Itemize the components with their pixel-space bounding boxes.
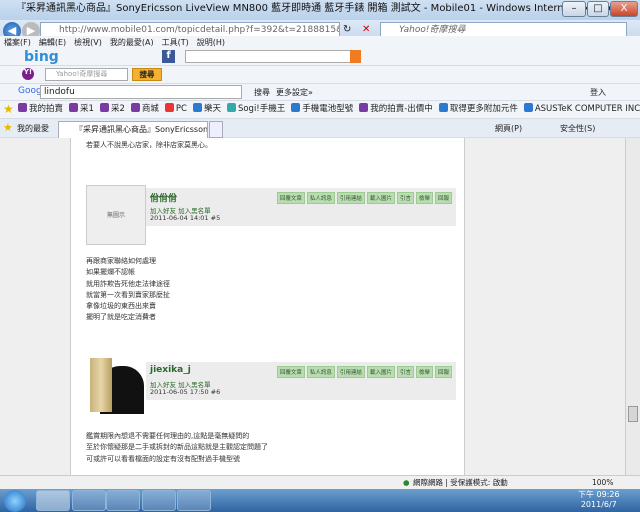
google-toolbar: Google lindofu 搜尋 更多設定» 登入 [0, 84, 640, 101]
feedback-button[interactable]: 回報 [434, 192, 452, 204]
bing-toolbar: bing f [0, 48, 640, 66]
security-zone: 網際網路 | 受保護模式: 啟動 [413, 478, 508, 487]
yahoo-logo-icon: Y! [22, 68, 34, 80]
google-login[interactable]: 登入 [590, 87, 606, 98]
taskbar-spreadsheet-icon[interactable] [142, 490, 176, 511]
google-search-button[interactable]: 搜尋 [254, 87, 270, 98]
avatar [86, 356, 146, 416]
taskbar-ie-icon[interactable] [36, 490, 70, 511]
taskbar-explorer-icon[interactable] [72, 490, 106, 511]
fav-item[interactable]: Sogi!手機王 [226, 101, 285, 117]
window-title: 『采昇通訊黑心商品』SonyEricsson LiveView MN800 藍牙… [16, 3, 619, 14]
status-bar: ● 網際網路 | 受保護模式: 啟動 100% [0, 475, 640, 489]
page-content: 若要人不說黑心店家，除非店家莫黑心。 無圖示 佾佾佾 加入好友 加入黑名單 20… [0, 138, 625, 475]
report-button[interactable]: 檢舉 [415, 192, 433, 204]
fav-item[interactable]: 手機電池型號 [291, 101, 353, 117]
stop-icon[interactable]: ✕ [362, 24, 370, 35]
new-tab-button[interactable] [209, 121, 223, 138]
bing-logo: bing [24, 49, 59, 65]
bing-search-icon[interactable] [350, 50, 361, 63]
pm-button[interactable]: 私人訊息 [306, 366, 335, 378]
facebook-icon[interactable]: f [162, 50, 175, 63]
page-menu[interactable]: 網頁(P) [495, 123, 522, 134]
clock[interactable]: 下午 09:26 2011/6/7 [578, 490, 620, 510]
fav-item[interactable]: 我的拍賣-出價中 [359, 101, 433, 117]
reply-button[interactable]: 回覆文章 [276, 366, 305, 378]
favorites-bar: ★ 我的拍賣 采1 采2 商城 PC 樂天 Sogi!手機王 手機電池型號 我的拍賣-出價中 取得… [0, 101, 640, 119]
fav-item[interactable]: PC [164, 101, 187, 117]
favorites-center-icon[interactable]: ★ [3, 121, 13, 134]
post-date: 2011-06-05 17:50 #6 [150, 388, 221, 396]
favorites-star-icon[interactable]: ★ [3, 102, 14, 116]
fav-item[interactable]: 取得更多附加元件 [438, 101, 518, 117]
taskbar-notepad-icon[interactable] [106, 490, 140, 511]
post-body: 再跟商家聯絡如何處理 如果擺爛不認帳 就用詐欺告死他走法律途徑 就當第一次看到賣家那麼… [86, 257, 170, 322]
link-button[interactable]: 引用連結 [336, 192, 365, 204]
yahoo-search-button[interactable]: 搜尋 [132, 68, 162, 81]
zoom-level[interactable]: 100% [592, 476, 613, 489]
yahoo-search-input[interactable]: Yahoo!奇摩搜尋 [45, 68, 128, 81]
post-date: 2011-06-04 14:01 #5 [150, 214, 221, 222]
post-author[interactable]: 佾佾佾 [150, 191, 177, 204]
refresh-icon[interactable]: ↻ [343, 24, 351, 35]
post-author[interactable]: jiexika_j [150, 365, 191, 375]
fav-item[interactable]: 采1 [69, 101, 94, 117]
pm-button[interactable]: 私人訊息 [306, 192, 335, 204]
post-body: 鑑賞期限內想退不需要任何理由的,這點是毫無疑問的 至於你懷疑那是二手或拆封的新品這… [86, 432, 268, 463]
taskbar-paint-icon[interactable] [177, 490, 211, 511]
fav-item[interactable]: 商城 [130, 101, 159, 117]
favorites-button[interactable]: 我的最愛 [17, 123, 49, 134]
title-bar: 『采昇通訊黑心商品』SonyEricsson LiveView MN800 藍牙… [0, 0, 640, 20]
report-button[interactable]: 檢舉 [415, 366, 433, 378]
feedback-button[interactable]: 回報 [434, 366, 452, 378]
fav-item[interactable]: 采2 [99, 101, 125, 117]
load-images-button[interactable]: 載入圖片 [366, 192, 395, 204]
scrollbar-thumb[interactable] [628, 406, 638, 422]
link-button[interactable]: 引用連結 [336, 366, 365, 378]
close-button[interactable]: X [610, 1, 638, 17]
post-header: 佾佾佾 加入好友 加入黑名單 2011-06-04 14:01 #5 回覆文章私… [146, 188, 456, 226]
reply-button[interactable]: 回覆文章 [276, 192, 305, 204]
quote-button[interactable]: 引言 [396, 366, 414, 378]
globe-icon: ● [403, 478, 410, 487]
fav-item[interactable]: 我的拍賣 [18, 101, 63, 117]
minimize-button[interactable]: – [562, 1, 586, 17]
fav-item[interactable]: 樂天 [192, 101, 221, 117]
yahoo-toolbar: Y! Yahoo!奇摩搜尋 搜尋 [0, 66, 640, 84]
maximize-button[interactable]: □ [587, 1, 609, 17]
load-images-button[interactable]: 載入圖片 [366, 366, 395, 378]
post-header: jiexika_j 加入好友 加入黑名單 2011-06-05 17:50 #6… [146, 362, 456, 400]
quote-button[interactable]: 引言 [396, 192, 414, 204]
forum-page: 若要人不說黑心店家，除非店家莫黑心。 無圖示 佾佾佾 加入好友 加入黑名單 20… [70, 138, 465, 475]
avatar: 無圖示 [86, 185, 146, 245]
vertical-scrollbar[interactable] [625, 138, 640, 475]
google-more-settings[interactable]: 更多設定» [276, 87, 313, 98]
tab-active[interactable]: 『采昇通訊黑心商品』SonyEricsson ... [58, 121, 208, 138]
fav-item[interactable]: ASUSTeK COMPUTER INC [523, 101, 640, 117]
safety-menu[interactable]: 安全性(S) [560, 123, 595, 134]
tab-row: ★ 我的最愛 『采昇通訊黑心商品』SonyEricsson ... 網頁(P) … [0, 119, 640, 138]
bing-search-input[interactable] [185, 50, 360, 63]
taskbar: 下午 09:26 2011/6/7 [0, 489, 640, 512]
start-button[interactable] [4, 490, 26, 512]
intro-text: 若要人不說黑心店家，除非店家莫黑心。 [86, 141, 212, 149]
google-search-input[interactable]: lindofu [40, 85, 242, 99]
